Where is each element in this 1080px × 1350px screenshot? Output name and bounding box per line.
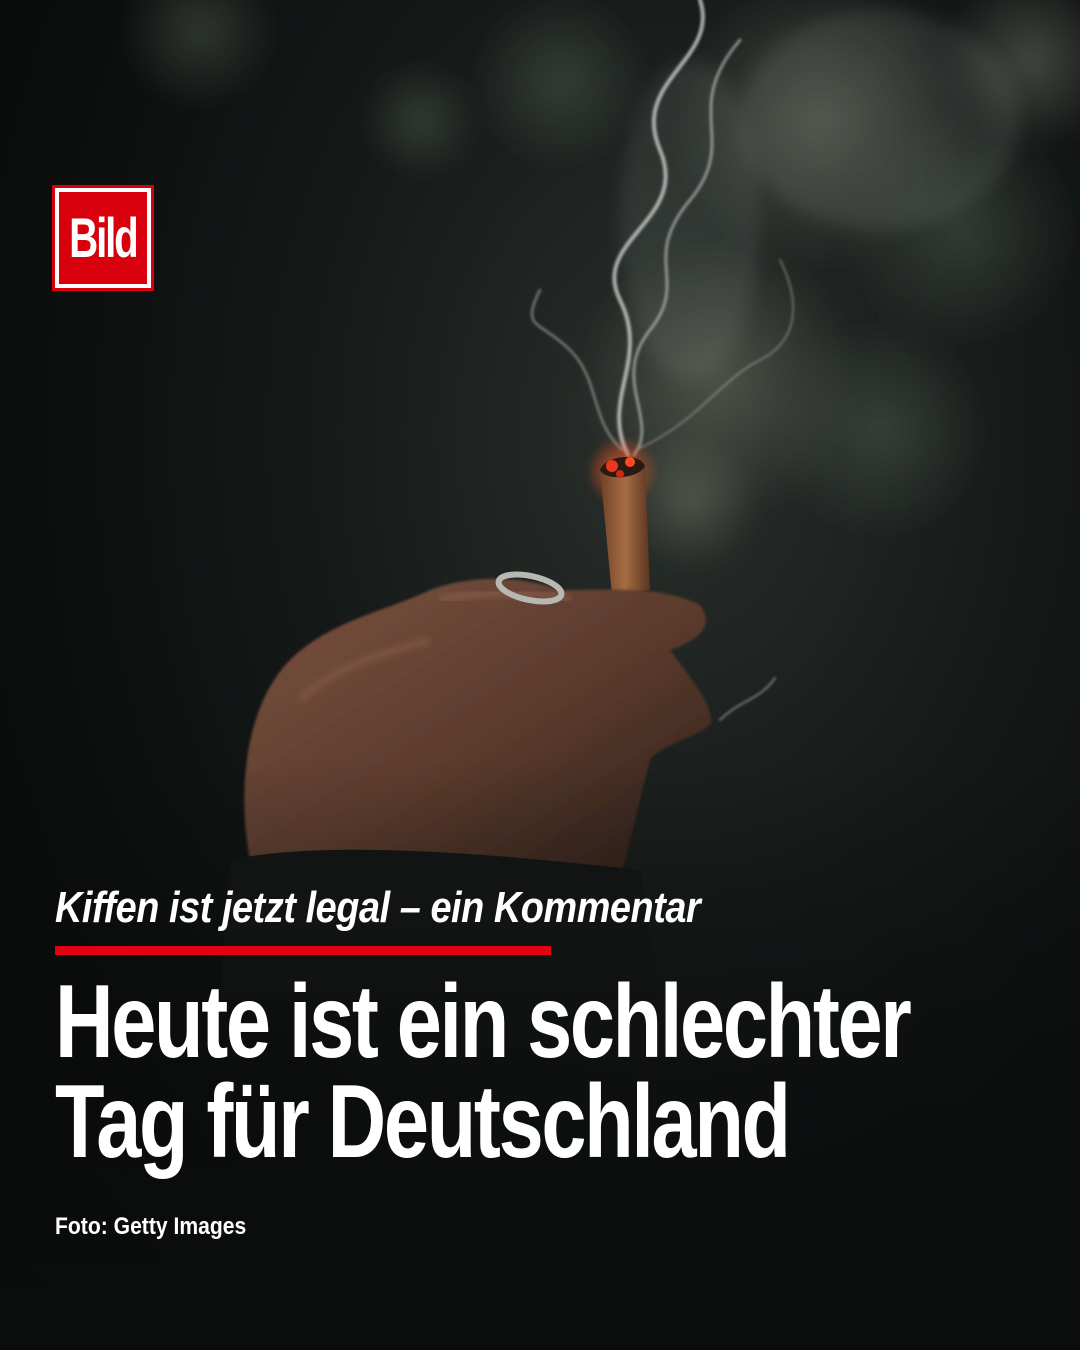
kicker-text: Kiffen ist jetzt legal – ein Kommentar: [55, 883, 701, 932]
bild-logo-text: Bild: [69, 206, 139, 269]
headline-line-2: Tag für Deutschland: [55, 1064, 791, 1180]
bild-logo: Bild: [52, 185, 154, 291]
accent-rule: [55, 946, 551, 955]
photo-credit: Foto: Getty Images: [55, 1213, 247, 1240]
headline-line-1: Heute ist ein schlechter: [55, 964, 912, 1080]
headline: Heute ist ein schlechter Tag für Deutsch…: [55, 964, 960, 1180]
post-card: Bild Kiffen ist jetzt legal – ein Kommen…: [0, 0, 1080, 1350]
